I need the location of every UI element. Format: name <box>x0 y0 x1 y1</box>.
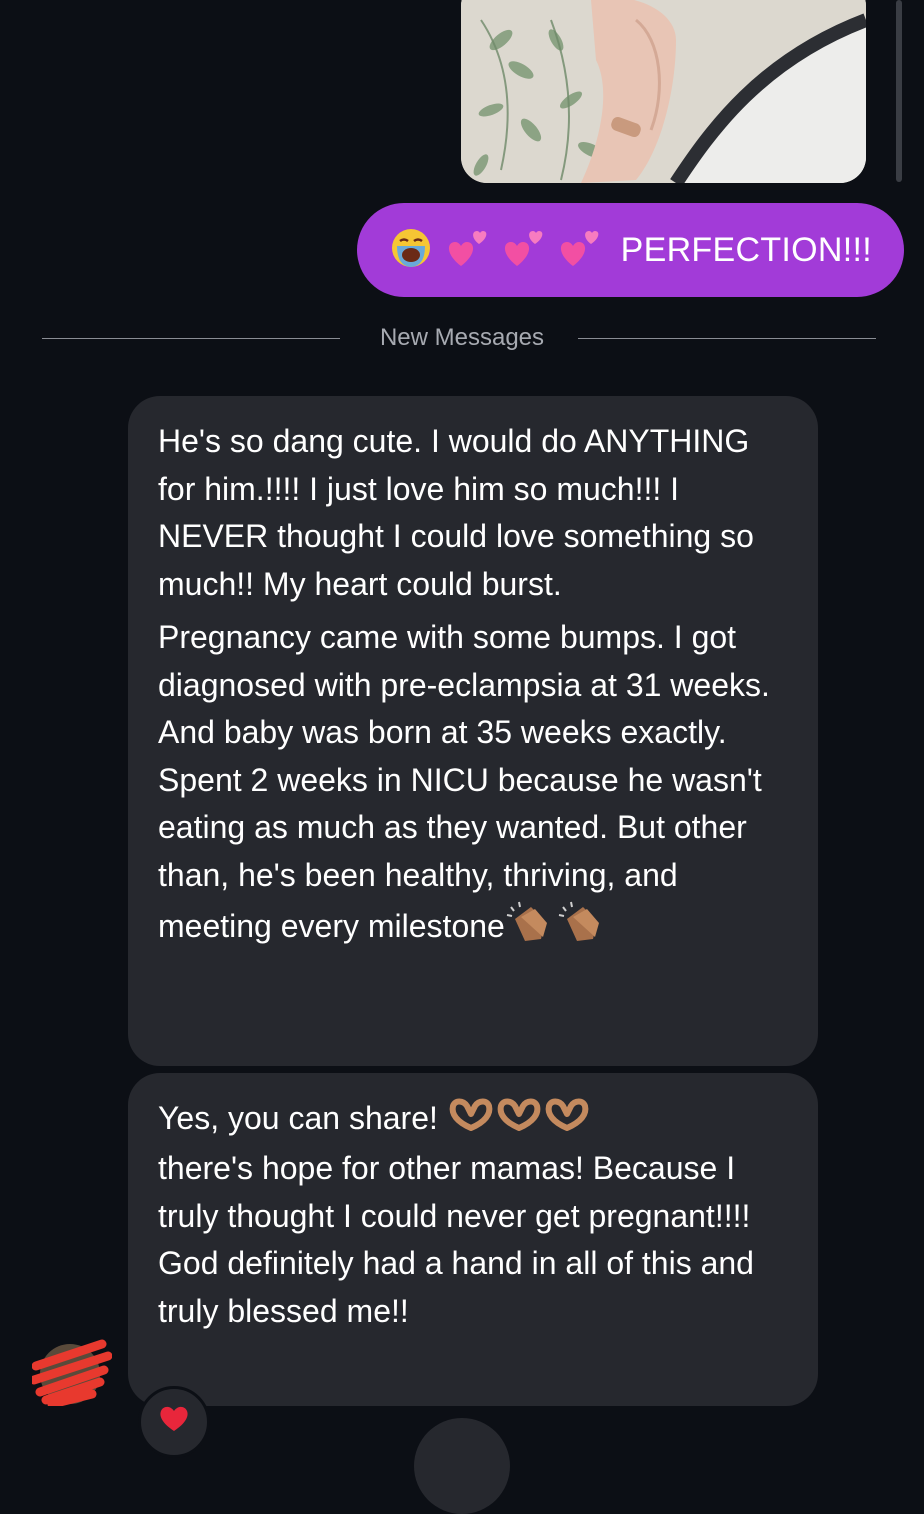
avatar[interactable] <box>29 1336 113 1409</box>
received-message-bubble[interactable]: Yes, you can share! there's hope for oth… <box>128 1073 818 1406</box>
message-paragraph: Pregnancy came with some bumps. I got di… <box>158 614 788 959</box>
clapping-hands-icon <box>557 899 609 959</box>
two-hearts-icon <box>499 226 545 275</box>
message-paragraph: Yes, you can share! there's hope for oth… <box>158 1095 788 1335</box>
sent-emoji-row <box>389 226 601 275</box>
sent-message-text: PERFECTION!!! <box>620 230 872 269</box>
two-hearts-icon <box>443 226 489 275</box>
received-message-bubble[interactable]: He's so dang cute. I would do ANYTHING f… <box>128 396 818 1066</box>
message-paragraph: He's so dang cute. I would do ANYTHING f… <box>158 423 754 602</box>
red-heart-icon <box>158 1403 190 1438</box>
scrollbar[interactable] <box>896 0 902 182</box>
two-hearts-icon <box>555 226 601 275</box>
heart-hands-icon <box>543 1096 591 1146</box>
scroll-to-bottom-button[interactable] <box>414 1418 510 1514</box>
new-messages-label: New Messages <box>379 324 545 351</box>
reaction-badge[interactable] <box>138 1386 210 1458</box>
loudly-crying-face-icon <box>389 226 433 275</box>
heart-hands-icon <box>447 1096 495 1146</box>
clapping-hands-icon <box>505 899 557 959</box>
photo-attachment[interactable] <box>461 0 866 183</box>
heart-hands-icon <box>495 1096 543 1146</box>
sent-message-bubble[interactable]: PERFECTION!!! <box>357 203 904 297</box>
